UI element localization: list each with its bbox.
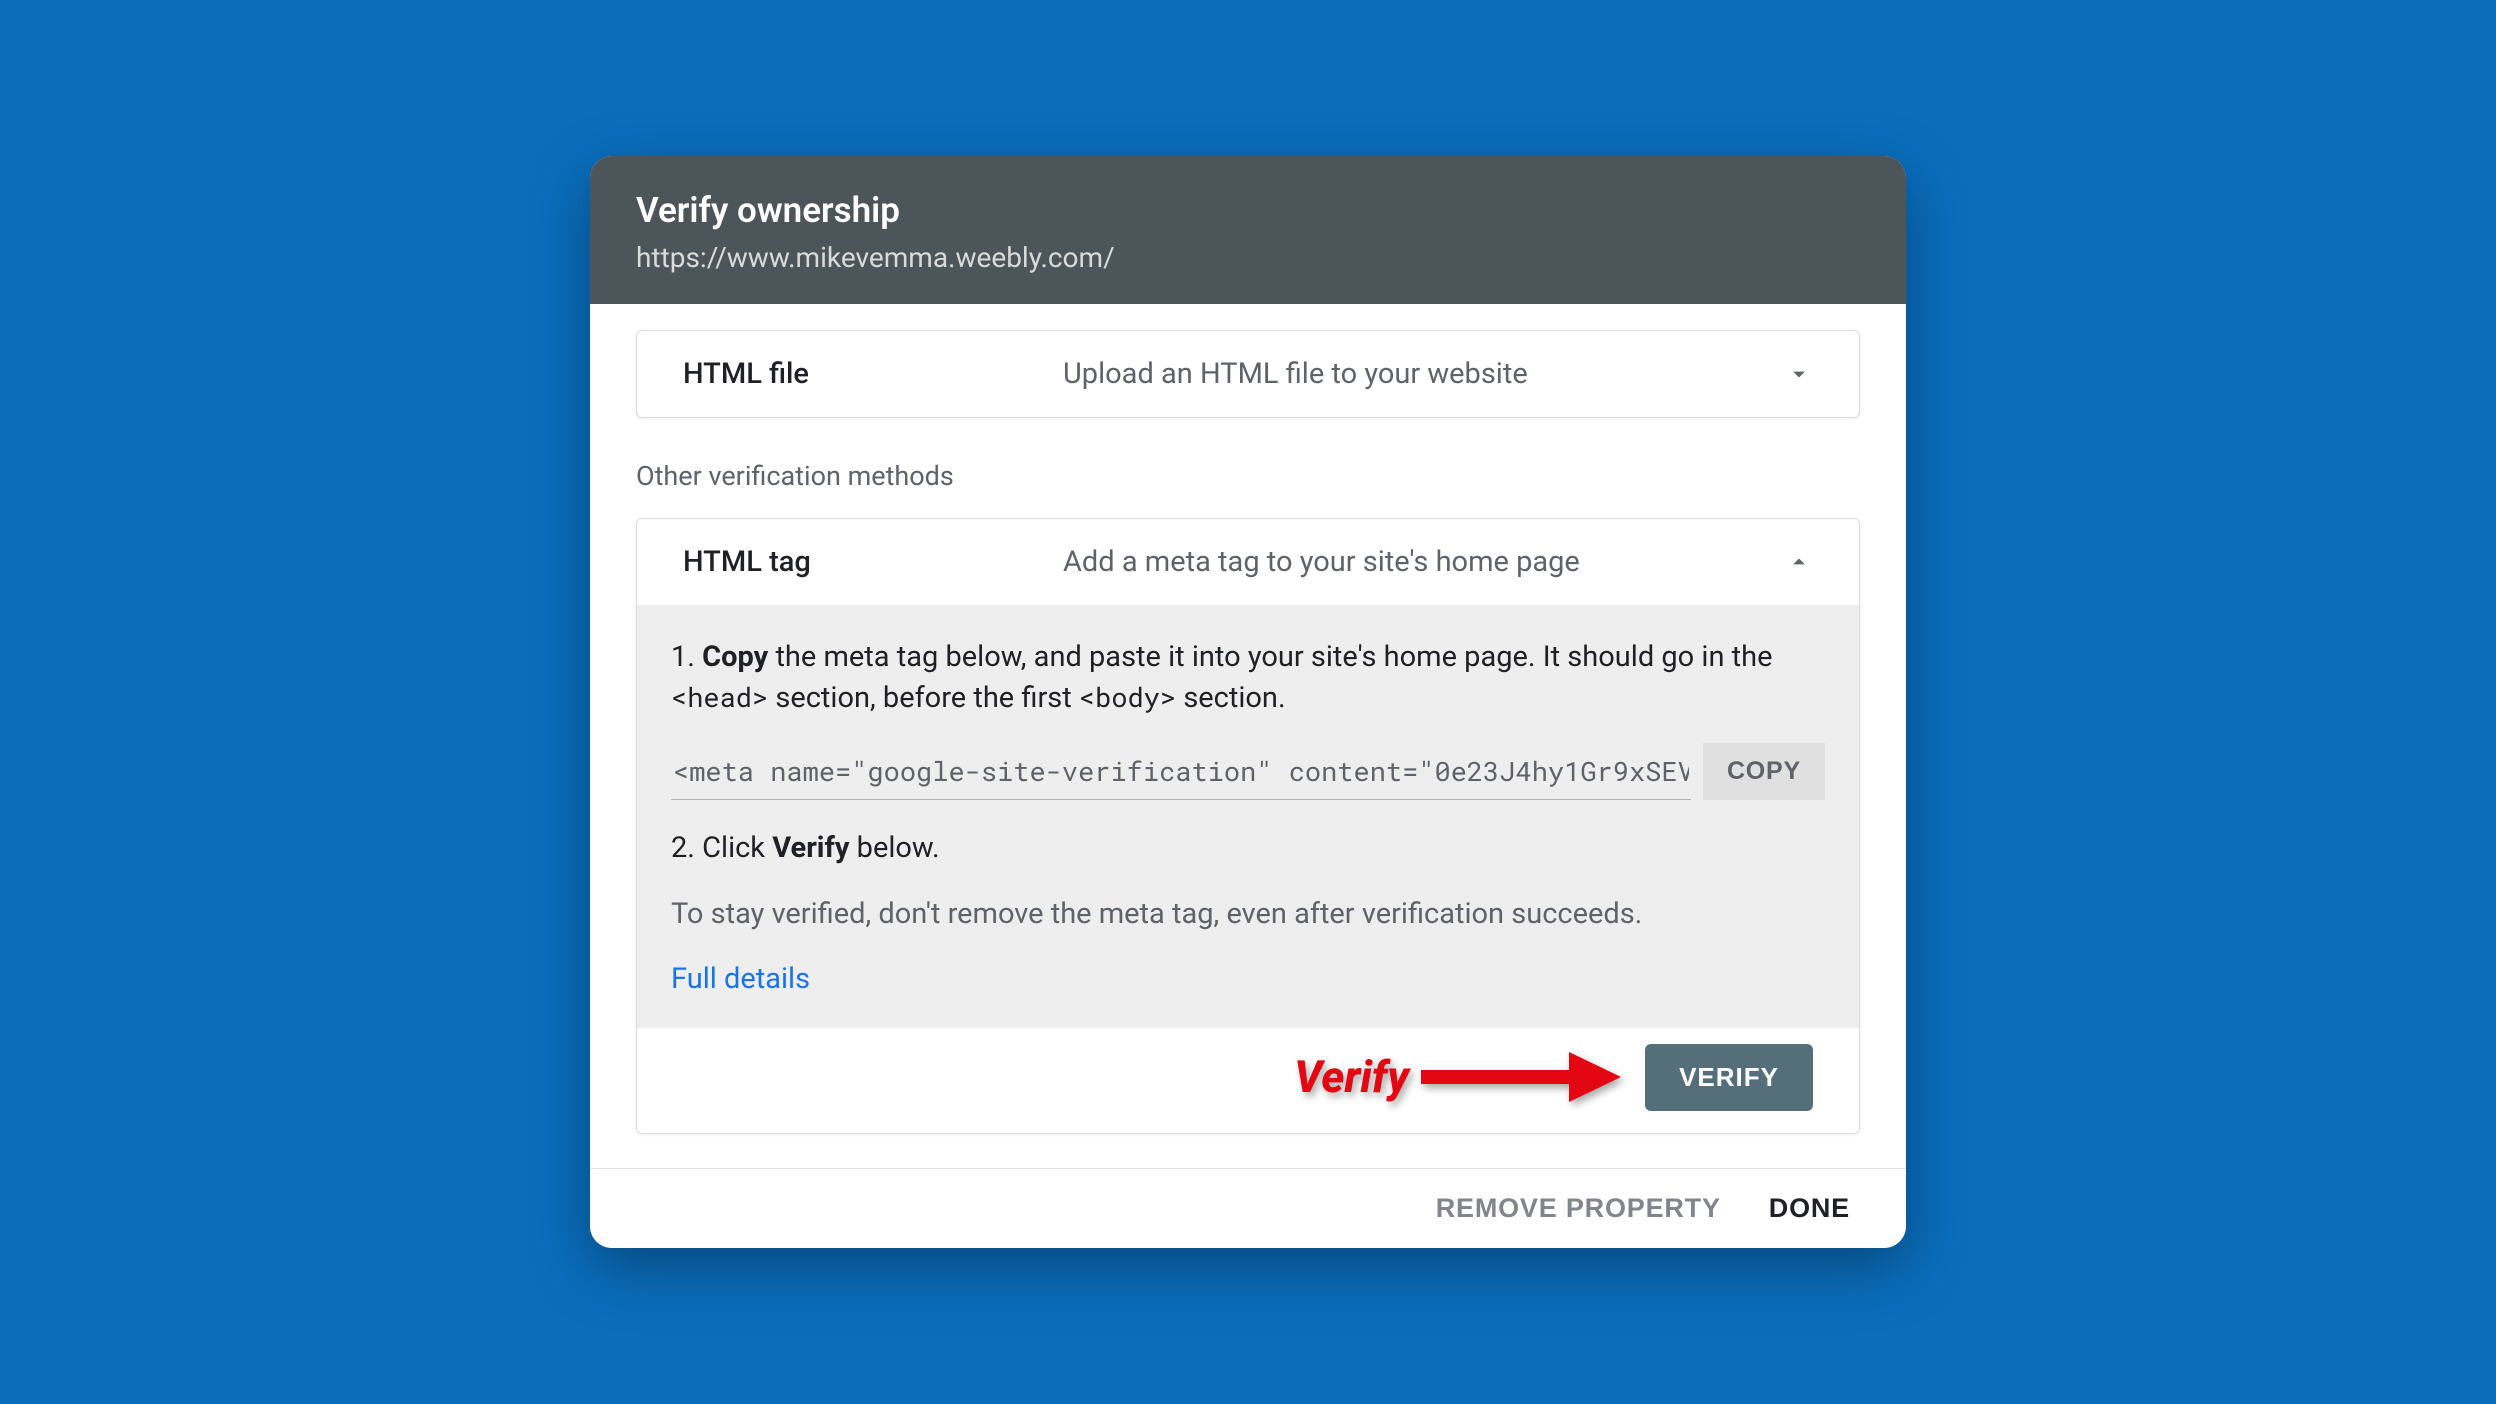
html-tag-card-body: 1. Copy the meta tag below, and paste it… bbox=[637, 605, 1859, 1028]
html-tag-card-header[interactable]: HTML tag Add a meta tag to your site's h… bbox=[637, 519, 1859, 605]
step1-mid1: the meta tag below, and paste it into yo… bbox=[768, 640, 1772, 674]
annotation-label: Verify bbox=[1294, 1051, 1409, 1103]
step1-suffix: section. bbox=[1176, 681, 1285, 715]
meta-tag-row: COPY bbox=[671, 743, 1825, 800]
dialog-footer: REMOVE PROPERTY DONE bbox=[590, 1168, 1906, 1248]
dialog-title: Verify ownership bbox=[636, 190, 1860, 231]
dialog-subtitle: https://www.mikevemma.weebly.com/ bbox=[636, 241, 1860, 274]
remove-property-button[interactable]: REMOVE PROPERTY bbox=[1436, 1193, 1721, 1224]
other-methods-label: Other verification methods bbox=[636, 460, 1860, 492]
step2-bold: Verify bbox=[772, 831, 849, 865]
method-name: HTML file bbox=[683, 357, 1063, 391]
html-tag-card: HTML tag Add a meta tag to your site's h… bbox=[636, 518, 1860, 1134]
arrow-right-icon bbox=[1421, 1050, 1621, 1104]
step2-prefix: 2. Click bbox=[671, 831, 772, 865]
method-desc: Upload an HTML file to your website bbox=[1063, 357, 1765, 391]
verify-ownership-dialog: Verify ownership https://www.mikevemma.w… bbox=[590, 156, 1906, 1248]
copy-button[interactable]: COPY bbox=[1703, 743, 1825, 800]
dialog-header: Verify ownership https://www.mikevemma.w… bbox=[590, 156, 1906, 304]
step-1-text: 1. Copy the meta tag below, and paste it… bbox=[671, 637, 1825, 719]
step2-suffix: below. bbox=[849, 831, 939, 865]
html-file-card: HTML file Upload an HTML file to your we… bbox=[636, 330, 1860, 418]
verify-annotation: Verify bbox=[1294, 1050, 1621, 1104]
stay-verified-text: To stay verified, don't remove the meta … bbox=[671, 894, 1825, 935]
done-button[interactable]: DONE bbox=[1769, 1193, 1850, 1224]
verify-row: Verify VERIFY bbox=[637, 1028, 1859, 1133]
step1-prefix: 1. bbox=[671, 640, 702, 674]
step1-mid2: section, before the first bbox=[768, 681, 1079, 715]
verify-button[interactable]: VERIFY bbox=[1645, 1044, 1813, 1111]
method-name: HTML tag bbox=[683, 545, 1063, 579]
meta-tag-input[interactable] bbox=[671, 743, 1691, 800]
chevron-up-icon bbox=[1785, 548, 1813, 576]
step1-bold: Copy bbox=[702, 640, 768, 674]
full-details-link[interactable]: Full details bbox=[671, 959, 810, 1000]
dialog-body: HTML file Upload an HTML file to your we… bbox=[590, 304, 1906, 1168]
html-file-card-header[interactable]: HTML file Upload an HTML file to your we… bbox=[637, 331, 1859, 417]
step1-code1: <head> bbox=[671, 680, 768, 715]
step-2-text: 2. Click Verify below. bbox=[671, 828, 1825, 869]
chevron-down-icon bbox=[1785, 360, 1813, 388]
step1-code2: <body> bbox=[1079, 680, 1176, 715]
method-desc: Add a meta tag to your site's home page bbox=[1063, 545, 1765, 579]
